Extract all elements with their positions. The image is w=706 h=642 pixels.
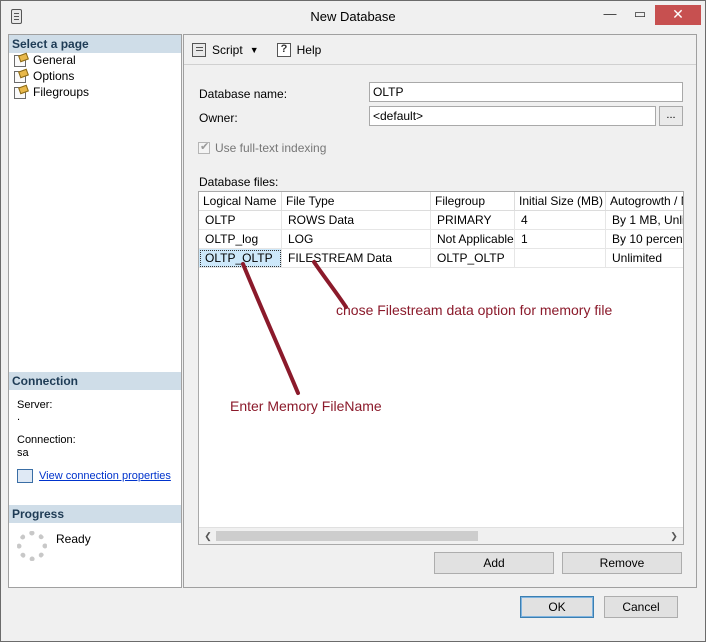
help-label: Help xyxy=(296,42,322,57)
grid-cell[interactable]: LOG xyxy=(282,230,431,249)
remove-button[interactable]: Remove xyxy=(562,552,682,574)
view-connection-properties-label: View connection properties xyxy=(39,470,171,482)
column-header[interactable]: Logical Name xyxy=(199,192,282,211)
grid-cell[interactable] xyxy=(515,249,606,268)
grid-cell[interactable]: 1 xyxy=(515,230,606,249)
ok-button[interactable]: OK xyxy=(520,596,594,618)
grid-cell[interactable]: By 1 MB, Unlim xyxy=(606,211,683,230)
maximize-button[interactable]: ▭ xyxy=(626,5,654,25)
page-icon xyxy=(12,86,28,99)
page-item-filegroups[interactable]: Filegroups xyxy=(12,84,89,100)
table-row[interactable]: OLTP_OLTP FILESTREAM Data OLTP_OLTP Unli… xyxy=(199,249,683,268)
grid-cell[interactable]: 4 xyxy=(515,211,606,230)
scroll-thumb[interactable] xyxy=(216,531,478,541)
grid-cell[interactable]: FILESTREAM Data xyxy=(282,249,431,268)
page-icon xyxy=(12,54,28,67)
column-header[interactable]: File Type xyxy=(282,192,431,211)
owner-browse-button[interactable]: ... xyxy=(659,106,683,126)
grid-cell[interactable]: By 10 percent, xyxy=(606,230,683,249)
minimize-button[interactable]: — xyxy=(596,5,624,25)
grid-cell-selected[interactable]: OLTP_OLTP xyxy=(199,249,282,268)
table-row[interactable]: OLTP_log LOG Not Applicable 1 By 10 perc… xyxy=(199,230,683,249)
cancel-button[interactable]: Cancel xyxy=(604,596,678,618)
horizontal-scrollbar[interactable]: ❮ ❯ xyxy=(199,527,683,544)
grid-cell[interactable]: OLTP_log xyxy=(199,230,282,249)
connection-properties-icon xyxy=(17,469,33,483)
page-item-options[interactable]: Options xyxy=(12,68,74,84)
filename-annotation: Enter Memory FileName xyxy=(230,398,382,414)
grid-cell[interactable]: PRIMARY xyxy=(431,211,515,230)
connection-header: Connection xyxy=(9,372,181,390)
scroll-right-icon[interactable]: ❯ xyxy=(667,529,681,543)
fulltext-label: Use full-text indexing xyxy=(215,141,327,155)
fulltext-checkbox[interactable] xyxy=(198,140,210,154)
server-value: . xyxy=(17,411,21,423)
column-header[interactable]: Initial Size (MB) xyxy=(515,192,606,211)
help-icon xyxy=(276,42,291,57)
page-item-label: Options xyxy=(33,69,75,83)
script-icon xyxy=(192,42,206,57)
page-icon xyxy=(12,70,28,83)
grid-cell[interactable]: ROWS Data xyxy=(282,211,431,230)
database-name-label: Database name: xyxy=(199,87,288,101)
owner-label: Owner: xyxy=(199,111,238,125)
progress-spinner-icon xyxy=(17,531,47,561)
grid-cell[interactable]: Not Applicable xyxy=(431,230,515,249)
left-pane: Select a page General Options Filegroups… xyxy=(8,34,182,588)
page-item-label: Filegroups xyxy=(33,85,90,99)
page-item-general[interactable]: General xyxy=(12,52,76,68)
script-button[interactable]: Script ▼ xyxy=(192,42,267,57)
help-button[interactable]: Help xyxy=(276,42,322,57)
progress-header: Progress xyxy=(9,505,181,523)
title-bar: New Database — ▭ ✕ xyxy=(1,1,705,31)
grid-header-row: Logical Name File Type Filegroup Initial… xyxy=(199,192,683,211)
connection-label: Connection: xyxy=(17,434,76,446)
new-database-window: New Database — ▭ ✕ Select a page General… xyxy=(0,0,706,642)
toolbar: Script ▼ Help xyxy=(184,35,696,65)
grid-cell[interactable]: OLTP xyxy=(199,211,282,230)
add-button[interactable]: Add xyxy=(434,552,554,574)
progress-status: Ready xyxy=(56,532,91,546)
owner-input[interactable]: <default> xyxy=(369,106,656,126)
connection-value: sa xyxy=(17,447,29,459)
table-row[interactable]: OLTP ROWS Data PRIMARY 4 By 1 MB, Unlim xyxy=(199,211,683,230)
grid-cell[interactable]: Unlimited xyxy=(606,249,683,268)
grid-cell[interactable]: OLTP_OLTP xyxy=(431,249,515,268)
filestream-annotation: chose Filestream data option for memory … xyxy=(336,302,613,318)
script-label: Script xyxy=(212,42,243,57)
chevron-down-icon[interactable]: ▼ xyxy=(250,45,259,55)
column-header[interactable]: Autogrowth / M xyxy=(606,192,683,211)
column-header[interactable]: Filegroup xyxy=(431,192,515,211)
database-files-label: Database files: xyxy=(199,175,279,189)
view-connection-properties-link[interactable]: View connection properties xyxy=(17,469,171,483)
database-name-input[interactable]: OLTP xyxy=(369,82,683,102)
database-files-grid: Logical Name File Type Filegroup Initial… xyxy=(198,191,684,545)
server-label: Server: xyxy=(17,399,53,411)
scroll-left-icon[interactable]: ❮ xyxy=(201,529,215,543)
close-button[interactable]: ✕ xyxy=(655,5,701,25)
page-item-label: General xyxy=(33,53,76,67)
select-page-header: Select a page xyxy=(9,35,181,53)
